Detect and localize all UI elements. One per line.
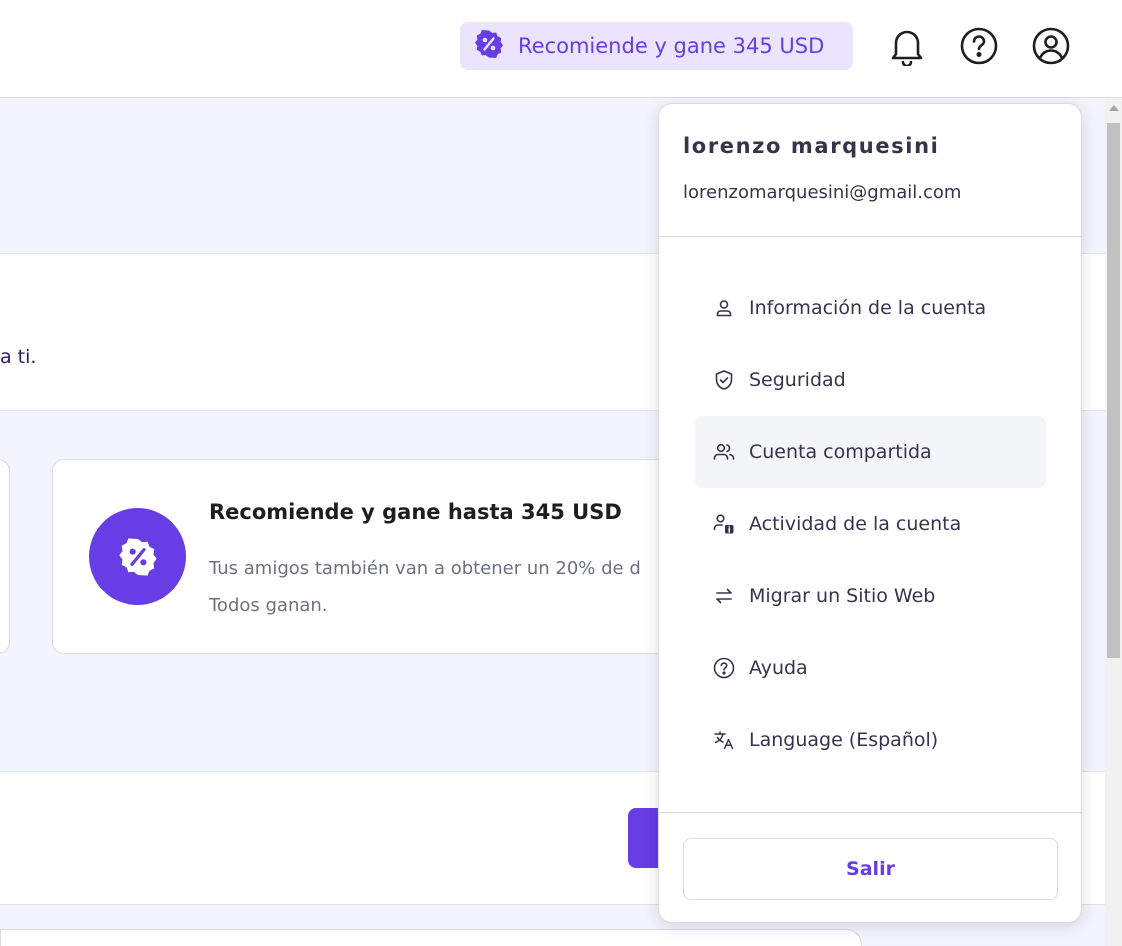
scroll-thumb[interactable]	[1107, 123, 1120, 658]
menu-divider	[659, 812, 1081, 813]
referral-promo-label: Recomiende y gane 345 USD	[518, 34, 825, 58]
menu-item-account-info[interactable]: Información de la cuenta	[695, 272, 1046, 344]
referral-card-title: Recomiende y gane hasta 345 USD	[209, 500, 622, 524]
logout-button[interactable]: Salir	[683, 838, 1058, 900]
account-avatar-icon[interactable]	[1031, 24, 1071, 68]
referral-promo-button[interactable]: Recomiende y gane 345 USD	[460, 22, 853, 70]
users-icon	[713, 441, 735, 463]
account-dropdown-menu: lorenzo marquesini lorenzomarquesini@gma…	[658, 103, 1082, 923]
referral-discount-icon	[89, 508, 186, 605]
bottom-panel	[0, 929, 862, 946]
menu-item-help[interactable]: Ayuda	[695, 632, 1046, 704]
menu-item-security[interactable]: Seguridad	[695, 344, 1046, 416]
notifications-bell-icon[interactable]	[887, 24, 927, 68]
user-info-icon	[713, 513, 735, 535]
menu-item-label: Cuenta compartida	[749, 441, 932, 463]
user-name: lorenzo marquesini	[683, 134, 940, 158]
menu-item-language[interactable]: Language (Español)	[695, 704, 1046, 776]
menu-item-label: Language (Español)	[749, 729, 939, 751]
referral-desc-line-1: Tus amigos también van a obtener un 20% …	[209, 558, 641, 579]
menu-item-label: Seguridad	[749, 369, 846, 391]
referral-card-description: Tus amigos también van a obtener un 20% …	[209, 550, 729, 624]
help-circle-icon	[713, 657, 735, 679]
discount-badge-icon	[474, 29, 504, 64]
menu-item-shared-account[interactable]: Cuenta compartida	[695, 416, 1046, 488]
section-text: a ti.	[0, 346, 37, 368]
menu-item-migrate-website[interactable]: Migrar un Sitio Web	[695, 560, 1046, 632]
menu-divider	[659, 236, 1081, 237]
menu-item-label: Información de la cuenta	[749, 297, 987, 319]
card-partial	[0, 459, 10, 654]
help-icon[interactable]	[959, 24, 999, 68]
menu-item-label: Ayuda	[749, 657, 808, 679]
referral-card[interactable]: Recomiende y gane hasta 345 USD Tus amig…	[52, 459, 752, 654]
translate-icon	[713, 729, 735, 751]
menu-item-account-activity[interactable]: Actividad de la cuenta	[695, 488, 1046, 560]
menu-item-label: Migrar un Sitio Web	[749, 585, 936, 607]
user-icon	[713, 297, 735, 319]
page-scrollbar[interactable]	[1105, 99, 1122, 946]
swap-arrows-icon	[713, 585, 735, 607]
user-email: lorenzomarquesini@gmail.com	[683, 182, 962, 203]
shield-check-icon	[713, 369, 735, 391]
scroll-up-arrow-icon[interactable]	[1109, 105, 1119, 111]
menu-item-label: Actividad de la cuenta	[749, 513, 962, 535]
top-bar: Recomiende y gane 345 USD	[0, 0, 1122, 98]
referral-desc-line-2: Todos ganan.	[209, 595, 328, 616]
